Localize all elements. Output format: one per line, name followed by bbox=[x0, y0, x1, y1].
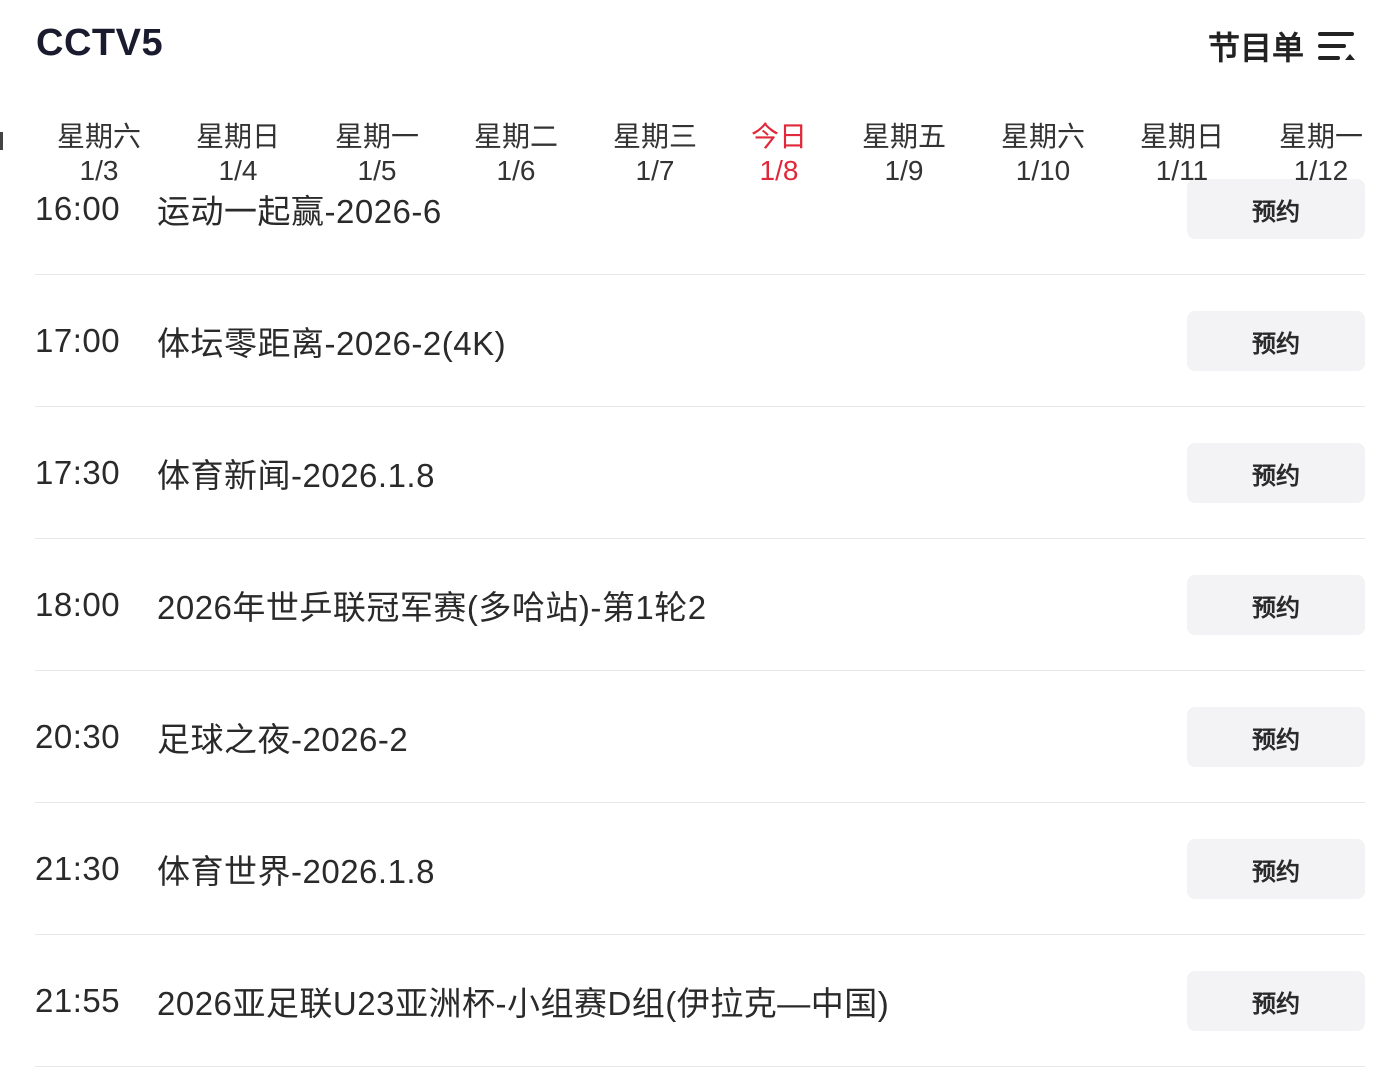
date-tab[interactable]: 星期二 1/6 bbox=[456, 120, 576, 188]
program-row: 17:30 体育新闻-2026.1.8 预约 bbox=[35, 407, 1365, 539]
date-tab-date: 1/11 bbox=[1155, 155, 1209, 186]
reserve-button[interactable]: 预约 bbox=[1187, 575, 1365, 635]
program-title: 体育世界-2026.1.8 bbox=[157, 853, 435, 890]
date-tab-weekday: 今日 bbox=[750, 121, 807, 152]
program-time: 21:30 bbox=[35, 850, 121, 887]
date-tab-weekday: 星期日 bbox=[1139, 121, 1224, 152]
date-tab-weekday: 星期一 bbox=[1278, 121, 1363, 152]
date-tab-date: 1/6 bbox=[496, 155, 536, 186]
date-tab-weekday: 星期五 bbox=[861, 121, 946, 152]
schedule-button[interactable]: 节目单 bbox=[1208, 24, 1356, 68]
date-tab-date: 1/8 bbox=[759, 155, 799, 186]
program-title: 2026年世乒联冠军赛(多哈站)-第1轮2 bbox=[157, 589, 707, 626]
date-tab-weekday: 星期六 bbox=[1000, 121, 1085, 152]
program-time: 20:30 bbox=[35, 718, 121, 755]
program-title: 2026亚足联U23亚洲杯-小组赛D组(伊拉克—中国) bbox=[157, 985, 890, 1022]
date-tab-weekday: 星期一 bbox=[334, 121, 419, 152]
program-row: 18:00 2026年世乒联冠军赛(多哈站)-第1轮2 预约 bbox=[35, 539, 1365, 671]
date-tab-today[interactable]: 今日 1/8 bbox=[719, 120, 839, 188]
reserve-button[interactable]: 预约 bbox=[1187, 443, 1365, 503]
date-tab-date: 1/5 bbox=[357, 155, 397, 186]
date-tab-weekday: 星期六 bbox=[56, 121, 141, 152]
program-title: 足球之夜-2026-2 bbox=[157, 721, 409, 758]
program-row: 17:00 体坛零距离-2026-2(4K) 预约 bbox=[35, 275, 1365, 407]
program-time: 17:30 bbox=[35, 454, 121, 491]
date-tab[interactable]: 星期一 1/12 bbox=[1261, 120, 1381, 188]
program-time: 17:00 bbox=[35, 322, 121, 359]
program-row: 21:55 2026亚足联U23亚洲杯-小组赛D组(伊拉克—中国) 预约 bbox=[35, 935, 1365, 1067]
reserve-button[interactable]: 预约 bbox=[1187, 839, 1365, 899]
date-tab-date: 1/7 bbox=[635, 155, 675, 186]
date-tab-date: 1/10 bbox=[1015, 155, 1071, 186]
date-tab-weekday: 星期二 bbox=[473, 121, 558, 152]
reserve-button[interactable]: 预约 bbox=[1187, 971, 1365, 1031]
scroll-edge-mark bbox=[0, 132, 3, 150]
date-tab-date: 1/4 bbox=[218, 155, 258, 186]
date-tab-date: 1/3 bbox=[79, 155, 119, 186]
date-tab-date: 1/9 bbox=[884, 155, 924, 186]
program-time: 21:55 bbox=[35, 982, 121, 1019]
date-tab[interactable]: 星期六 1/3 bbox=[39, 120, 159, 188]
date-tab[interactable]: 星期六 1/10 bbox=[983, 120, 1103, 188]
date-tab-date: 1/12 bbox=[1293, 155, 1349, 186]
program-title: 体育新闻-2026.1.8 bbox=[157, 457, 435, 494]
program-row: 20:30 足球之夜-2026-2 预约 bbox=[35, 671, 1365, 803]
row-divider bbox=[35, 1066, 1365, 1067]
date-tabs: 星期六 1/3 星期日 1/4 星期一 1/5 星期二 1/6 星期三 1/7 … bbox=[0, 108, 1400, 198]
reserve-button[interactable]: 预约 bbox=[1187, 707, 1365, 767]
date-tab-weekday: 星期日 bbox=[195, 121, 280, 152]
date-tab-weekday: 星期三 bbox=[612, 121, 697, 152]
header: CCTV5 节目单 bbox=[0, 0, 1400, 95]
date-tab[interactable]: 星期日 1/4 bbox=[178, 120, 298, 188]
program-row: 21:30 体育世界-2026.1.8 预约 bbox=[35, 803, 1365, 935]
schedule-label: 节目单 bbox=[1207, 30, 1304, 66]
menu-lines-icon bbox=[1318, 27, 1356, 65]
date-tab[interactable]: 星期一 1/5 bbox=[317, 120, 437, 188]
date-tab[interactable]: 星期五 1/9 bbox=[844, 120, 964, 188]
channel-title: CCTV5 bbox=[36, 22, 164, 64]
reserve-button[interactable]: 预约 bbox=[1187, 311, 1365, 371]
date-tab[interactable]: 星期日 1/11 bbox=[1122, 120, 1242, 188]
program-time: 18:00 bbox=[35, 586, 121, 623]
program-title: 体坛零距离-2026-2(4K) bbox=[157, 325, 507, 362]
date-tab[interactable]: 星期三 1/7 bbox=[595, 120, 715, 188]
